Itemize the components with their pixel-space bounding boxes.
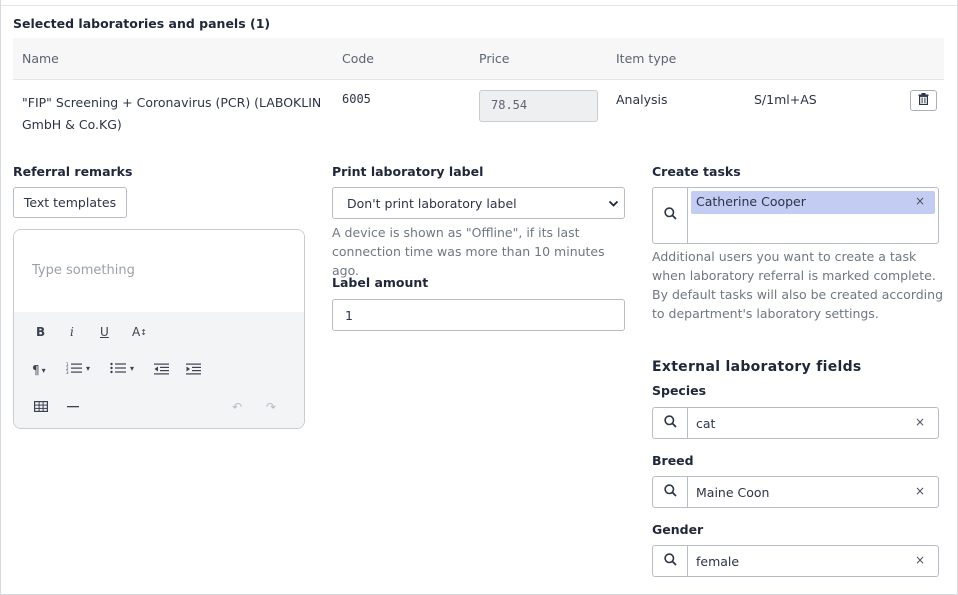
external-fields-title: External laboratory fields: [652, 359, 862, 375]
trash-icon: [918, 92, 929, 109]
species-value: cat: [696, 416, 716, 431]
gender-label: Gender: [652, 522, 704, 537]
table-row: "FIP" Screening + Coronavirus (PCR) (LAB…: [13, 81, 944, 139]
clear-icon[interactable]: ×: [915, 415, 925, 429]
user-chip-label: Catherine Cooper: [696, 194, 806, 209]
text-templates-button[interactable]: Text templates: [13, 187, 127, 218]
label-amount-label: Label amount: [332, 275, 429, 290]
species-select[interactable]: cat ×: [652, 407, 939, 439]
gender-select[interactable]: female ×: [652, 545, 939, 577]
search-button[interactable]: [653, 188, 688, 243]
svg-text:3: 3: [66, 370, 69, 374]
header-item-type: Item type: [616, 51, 677, 66]
clear-icon[interactable]: ×: [915, 194, 925, 208]
bold-icon[interactable]: B: [36, 325, 45, 339]
search-button[interactable]: [653, 546, 688, 576]
clear-icon[interactable]: ×: [915, 553, 925, 567]
print-label-help: A device is shown as "Offline", if its l…: [332, 225, 605, 278]
text-size-icon[interactable]: A ↕: [132, 325, 147, 339]
lab-panel-code: 6005: [342, 92, 371, 106]
indent-icon[interactable]: [186, 363, 201, 375]
editor-toolbar: B i U A ↕ ¶ ▾ 1 2 3 ▾ ▾ ↶ ↷: [14, 312, 304, 428]
label-amount-input[interactable]: 1: [332, 299, 625, 331]
search-button[interactable]: [653, 477, 688, 507]
search-button[interactable]: [653, 408, 688, 438]
horizontal-rule-icon[interactable]: [67, 401, 79, 412]
referral-remarks-label: Referral remarks: [13, 164, 133, 179]
paragraph-icon[interactable]: ¶ ▾: [32, 363, 46, 377]
header-name: Name: [22, 51, 59, 66]
italic-icon[interactable]: i: [70, 325, 74, 339]
table-header: Name Code Price Item type: [13, 38, 944, 80]
sample-value: S/1ml+AS: [754, 92, 817, 107]
price-input[interactable]: 78.54: [479, 90, 598, 122]
print-label-label: Print laboratory label: [332, 164, 484, 179]
lab-panel-name: "FIP" Screening + Coronavirus (PCR) (LAB…: [22, 95, 322, 132]
redo-icon[interactable]: ↷: [266, 400, 276, 414]
search-icon: [663, 414, 677, 432]
section-title: Selected laboratories and panels (1): [13, 16, 271, 31]
undo-icon[interactable]: ↶: [232, 400, 242, 414]
create-tasks-label: Create tasks: [652, 164, 741, 179]
header-code: Code: [342, 51, 375, 66]
delete-row-button[interactable]: [910, 90, 937, 111]
item-type-value: Analysis: [616, 92, 668, 107]
outdent-icon[interactable]: [154, 363, 169, 375]
editor-placeholder: Type something: [32, 263, 135, 278]
tasks-user-select[interactable]: Catherine Cooper ×: [652, 187, 939, 244]
header-price: Price: [479, 51, 510, 66]
search-icon: [663, 552, 677, 570]
search-icon: [663, 207, 677, 224]
gender-value: female: [696, 554, 740, 569]
species-label: Species: [652, 383, 707, 398]
bullet-list-icon[interactable]: ▾: [110, 362, 134, 374]
search-icon: [663, 483, 677, 501]
breed-value: Maine Coon: [696, 485, 770, 500]
print-label-selected: Don't print laboratory label: [347, 196, 517, 211]
table-icon[interactable]: [34, 401, 48, 412]
rich-text-editor: Type something B i U A ↕ ¶ ▾ 1 2 3 ▾ ▾ ↶ ↷: [13, 229, 305, 429]
ordered-list-icon[interactable]: 1 2 3 ▾: [66, 362, 90, 374]
breed-select[interactable]: Maine Coon ×: [652, 476, 939, 508]
create-tasks-help: Additional users you want to create a ta…: [652, 249, 944, 321]
user-chip: Catherine Cooper ×: [691, 191, 935, 214]
chevron-down-icon: [608, 197, 619, 212]
print-label-select[interactable]: Don't print laboratory label: [332, 187, 625, 219]
underline-icon[interactable]: U: [100, 325, 109, 339]
editor-text-area[interactable]: Type something: [14, 230, 304, 312]
breed-label: Breed: [652, 453, 694, 468]
clear-icon[interactable]: ×: [915, 484, 925, 498]
